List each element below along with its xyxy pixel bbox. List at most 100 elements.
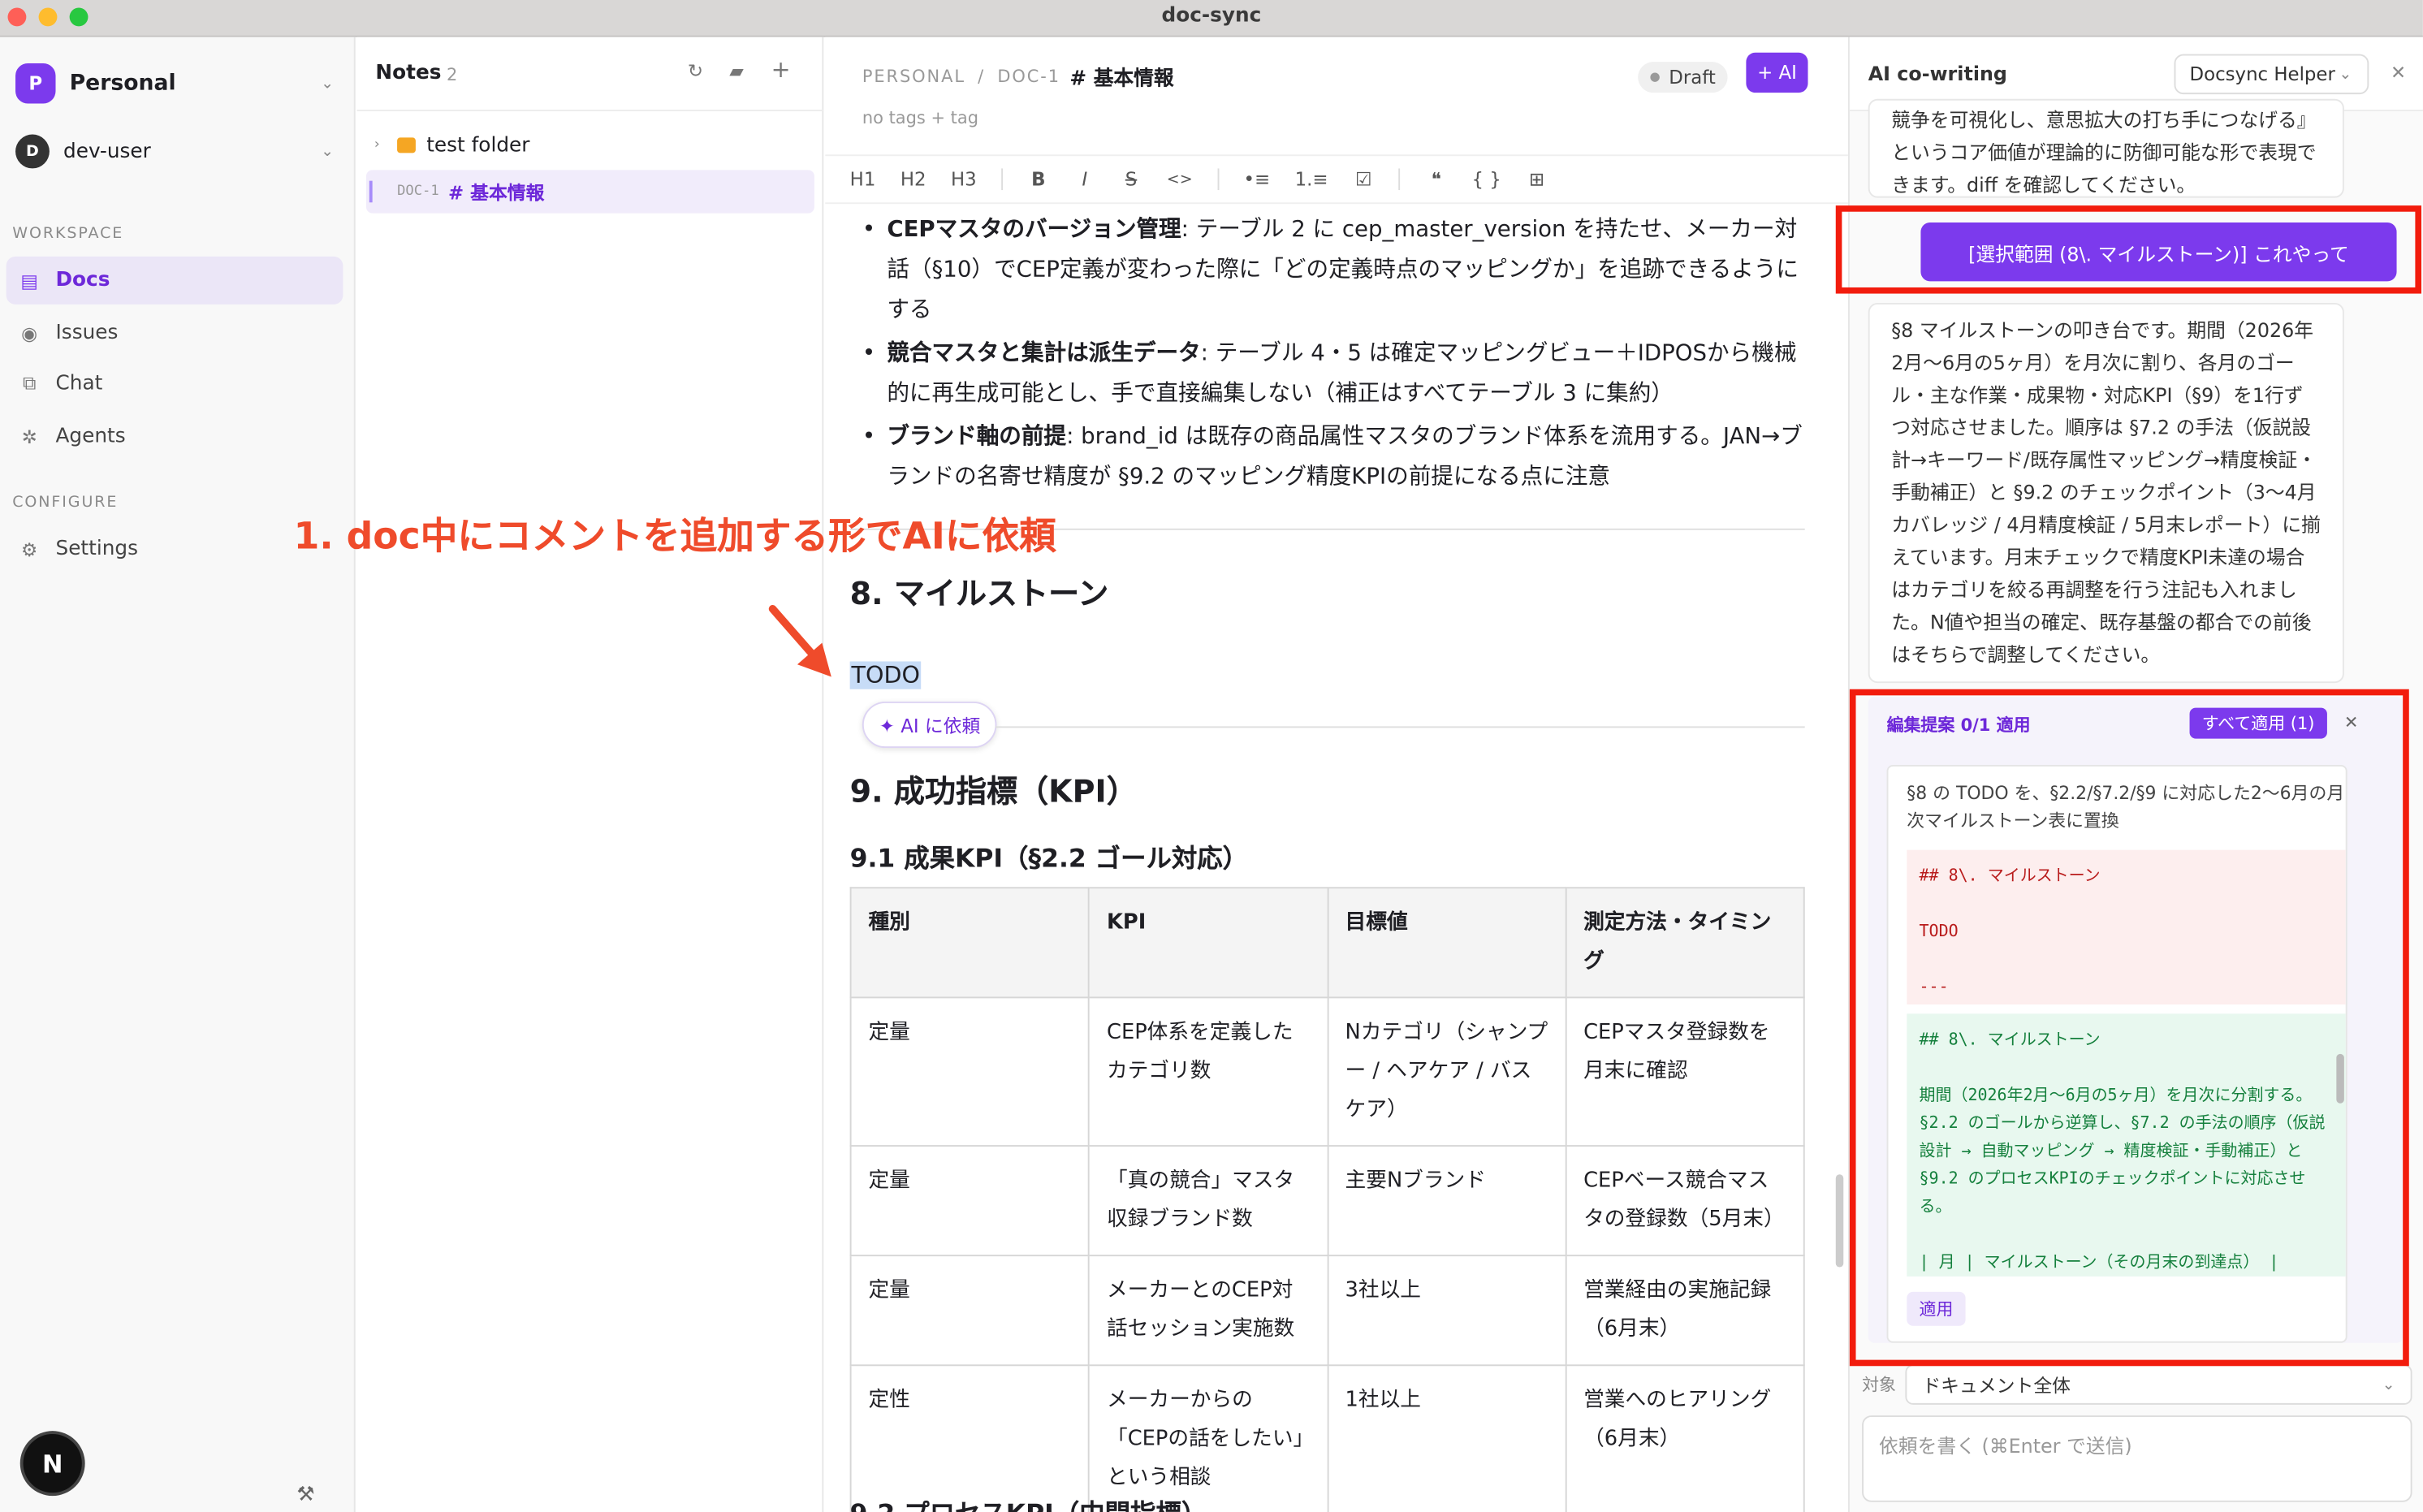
- status-dot-icon: [1650, 72, 1660, 82]
- sidebar-item-label: Agents: [55, 425, 126, 448]
- chevron-right-icon: ›: [374, 137, 380, 153]
- bullet-list: CEPマスタのバージョン管理: テーブル 2 に cep_master_vers…: [862, 210, 1805, 501]
- folder-name: test folder: [426, 133, 530, 158]
- folder-icon: [397, 137, 416, 153]
- notes-panel: Notes 2 ↻ ▰ + › test folder DOC-1 # 基本情報: [356, 37, 824, 1512]
- table-cell: 主要Nブランド: [1326, 1145, 1567, 1257]
- h1-button[interactable]: H1: [850, 168, 876, 190]
- sidebar-item-chat[interactable]: ⧉ Chat: [6, 360, 343, 408]
- column-header: 測定方法・タイミング: [1565, 887, 1805, 999]
- sidebar-item-issues[interactable]: ◉ Issues: [6, 309, 343, 357]
- notes-title: Notes: [375, 62, 442, 85]
- ai-response-text: §8 マイルストーンの叩き台です。期間（2026年2月〜6月の5ヶ月）を月次に割…: [1891, 318, 2321, 667]
- sidebar-item-settings[interactable]: ⚙ Settings: [6, 525, 343, 573]
- ordered-list-button[interactable]: 1.≡: [1295, 168, 1328, 190]
- divider: [995, 726, 1805, 728]
- table-cell: 定量: [849, 996, 1091, 1147]
- app-badge[interactable]: N: [23, 1433, 82, 1493]
- doc-indicator: [369, 180, 373, 203]
- code-block-button[interactable]: { }: [1471, 168, 1501, 190]
- workspace-switcher[interactable]: P Personal ⌄: [15, 60, 340, 106]
- user-avatar: D: [15, 134, 50, 169]
- breadcrumb-separator: /: [978, 66, 986, 87]
- table-header-row: 種別 KPI 目標値 測定方法・タイミング: [849, 887, 1805, 999]
- sidebar-item-label: Docs: [55, 269, 110, 292]
- chevron-down-icon: ⌄: [2382, 1376, 2395, 1394]
- ask-ai-button[interactable]: ✦ AI に依頼: [862, 701, 998, 749]
- tools-icon[interactable]: ⚒: [296, 1484, 314, 1507]
- agents-icon: ✲: [21, 426, 37, 447]
- chevron-down-icon: ⌄: [321, 143, 335, 160]
- toolbar-divider: [1001, 168, 1004, 191]
- target-label: 対象: [1862, 1375, 1896, 1396]
- strike-button[interactable]: S: [1121, 168, 1142, 190]
- chat-icon: ⧉: [22, 372, 37, 395]
- sidebar-item-label: Issues: [55, 321, 119, 345]
- italic-button[interactable]: I: [1074, 168, 1096, 190]
- h3-button[interactable]: H3: [951, 168, 977, 190]
- subsection-heading: 9.2 プロセスKPI（中間指標）: [850, 1493, 1207, 1512]
- table-cell: 営業経由の実施記録（6月末）: [1565, 1255, 1805, 1367]
- table-button[interactable]: ⊞: [1526, 168, 1548, 190]
- code-button[interactable]: <>: [1167, 171, 1193, 188]
- sidebar-item-agents[interactable]: ✲ Agents: [6, 413, 343, 460]
- table-cell: メーカーとのCEP対話セッション実施数: [1088, 1255, 1328, 1367]
- breadcrumb: PERSONAL / DOC-1 # 基本情報: [862, 62, 1174, 91]
- close-icon[interactable]: ✕: [2391, 62, 2406, 84]
- user-switcher[interactable]: D dev-user ⌄: [15, 128, 340, 175]
- prompt-input[interactable]: 依頼を書く (⌘Enter で送信): [1862, 1415, 2412, 1502]
- editor-scrollbar[interactable]: [1835, 1174, 1844, 1268]
- doc-name: # 基本情報: [448, 181, 545, 204]
- doc-title[interactable]: # 基本情報: [1069, 62, 1173, 92]
- target-row: 対象 ドキュメント全体 ⌄: [1862, 1363, 2412, 1406]
- target-select[interactable]: ドキュメント全体 ⌄: [1905, 1364, 2412, 1405]
- toolbar-divider: [1399, 168, 1401, 191]
- table-cell: 1社以上: [1326, 1364, 1567, 1512]
- user-name: dev-user: [63, 140, 151, 163]
- h2-button[interactable]: H2: [901, 168, 926, 190]
- sidebar: P Personal ⌄ D dev-user ⌄ WORKSPACE ▤ Do…: [0, 37, 356, 1512]
- breadcrumb-space[interactable]: PERSONAL: [862, 67, 965, 87]
- annotation-text: 1. doc中にコメントを追加する形でAIに依頼: [293, 514, 1056, 558]
- sidebar-item-docs[interactable]: ▤ Docs: [6, 256, 343, 305]
- kpi-table: 種別 KPI 目標値 測定方法・タイミング 定量 CEP体系を定義したカテゴリ数…: [849, 887, 1805, 1512]
- helper-select[interactable]: Docsync Helper ⌄: [2174, 54, 2369, 95]
- refresh-icon[interactable]: ↻: [688, 60, 703, 82]
- folder-icon[interactable]: ▰: [729, 60, 744, 82]
- table-cell: Nカテゴリ（シャンプー / ヘアケア / バスケア）: [1326, 996, 1567, 1147]
- table-cell: CEP体系を定義したカテゴリ数: [1088, 996, 1328, 1147]
- status-badge[interactable]: Draft: [1638, 62, 1729, 93]
- configure-section-label: CONFIGURE: [12, 494, 119, 512]
- list-item: ブランド軸の前提: brand_id は既存の商品属性マスタのブランド体系を流用…: [862, 417, 1805, 498]
- sidebar-item-label: Chat: [55, 372, 103, 396]
- bold-button[interactable]: B: [1028, 168, 1050, 190]
- notes-count: 2: [446, 64, 458, 85]
- doc-item[interactable]: DOC-1 # 基本情報: [366, 170, 814, 214]
- highlight-box: [1835, 205, 2422, 294]
- todo-text[interactable]: TODO: [849, 661, 922, 689]
- ai-panel-title: AI co-writing: [1868, 62, 2007, 85]
- checklist-button[interactable]: ☑: [1353, 168, 1375, 190]
- editor: PERSONAL / DOC-1 # 基本情報 Draft + AI no ta…: [825, 37, 1848, 1512]
- list-item: CEPマスタのバージョン管理: テーブル 2 に cep_master_vers…: [862, 210, 1805, 330]
- subsection-heading: 9.1 成果KPI（§2.2 ゴール対応）: [849, 844, 1249, 874]
- breadcrumb-doc-id: DOC-1: [997, 66, 1060, 87]
- highlight-box: [1849, 689, 2409, 1367]
- section-heading: 9. 成功指標（KPI）: [849, 772, 1138, 810]
- table-cell: CEPベース競合マスタの登録数（5月末）: [1565, 1145, 1805, 1257]
- bullet-list-button[interactable]: •≡: [1243, 168, 1270, 190]
- workspace-section-label: WORKSPACE: [12, 225, 124, 243]
- table-row: 定量 「真の競合」マスタ収録ブランド数 主要Nブランド CEPベース競合マスタの…: [849, 1145, 1805, 1257]
- table-cell: 定量: [849, 1145, 1091, 1257]
- table-row: 定量 メーカーとのCEP対話セッション実施数 3社以上 営業経由の実施記録（6月…: [849, 1255, 1805, 1367]
- folder-item[interactable]: › test folder: [366, 123, 814, 166]
- chevron-down-icon: ⌄: [321, 75, 335, 93]
- table-row: 定量 CEP体系を定義したカテゴリ数 Nカテゴリ（シャンプー / ヘアケア / …: [849, 996, 1805, 1147]
- table-cell: 定量: [849, 1255, 1091, 1367]
- table-cell: CEPマスタ登録数を月末に確認: [1565, 996, 1805, 1147]
- add-icon[interactable]: +: [771, 56, 791, 84]
- tags-row[interactable]: no tags + tag: [862, 108, 978, 128]
- ai-button[interactable]: + AI: [1746, 52, 1808, 93]
- quote-button[interactable]: ❝: [1425, 168, 1447, 190]
- annotation-arrow-icon: [768, 605, 831, 677]
